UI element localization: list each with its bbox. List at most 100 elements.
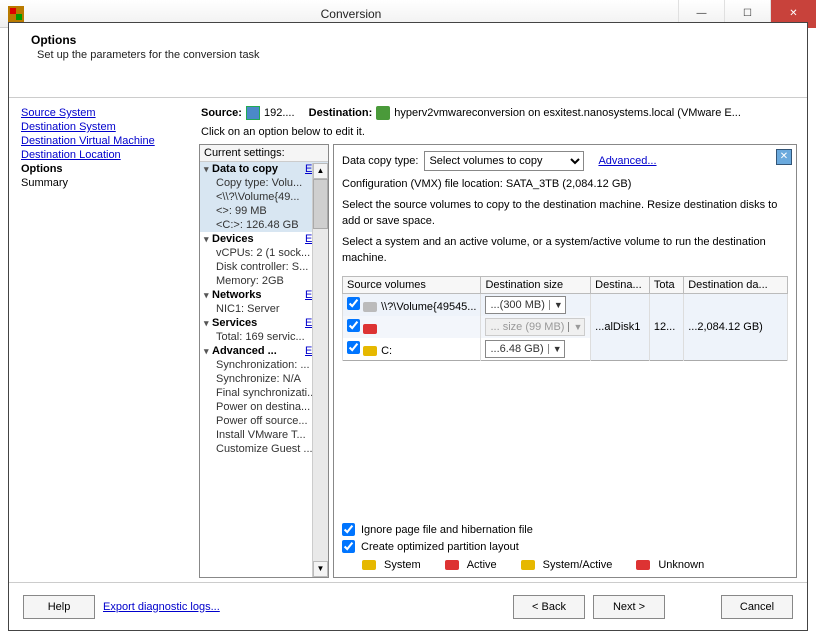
volume-legend: System Active System/Active Unknown <box>342 553 788 571</box>
wizard-nav: Source System Destination System Destinati… <box>9 98 195 582</box>
tree-item[interactable]: Disk controller: S... <box>200 260 328 274</box>
mid-split: Current settings: ▾Data to copyEditCopy … <box>199 144 797 578</box>
panel-close-icon[interactable]: ✕ <box>776 149 792 165</box>
nav-link[interactable]: Destination Location <box>21 149 121 161</box>
export-logs-link[interactable]: Export diagnostic logs... <box>103 601 220 613</box>
settings-tree-header: Current settings: <box>200 145 328 162</box>
nav-step-0: Source System <box>21 106 183 120</box>
tree-item[interactable]: vCPUs: 2 (1 sock... <box>200 246 328 260</box>
dest-size-dropdown[interactable]: ...(300 MB)▼ <box>485 296 565 314</box>
legend-swatch <box>521 560 535 570</box>
nav-step-4: Options <box>21 162 183 176</box>
nav-step-2: Destination Virtual Machine <box>21 134 183 148</box>
tree-item[interactable]: <C:>: 126.48 GB <box>200 218 328 232</box>
settings-tree-panel: Current settings: ▾Data to copyEditCopy … <box>199 144 329 578</box>
volumes-table: Source volumesDestination sizeDestina...… <box>342 276 788 361</box>
main: Source System Destination System Destinati… <box>9 97 807 582</box>
config-line: Configuration (VMX) file location: SATA_… <box>342 177 788 192</box>
wizard-body: Options Set up the parameters for the co… <box>8 22 808 631</box>
dest-size-dropdown: ... size (99 MB)▼ <box>485 318 585 336</box>
tree-group[interactable]: ▾Advanced ...Edit <box>200 344 328 358</box>
tree-scrollbar[interactable]: ▲ ▼ <box>312 163 328 577</box>
scroll-thumb[interactable] <box>313 179 328 229</box>
nav-step-5: Summary <box>21 176 183 190</box>
page-title: Options <box>31 33 785 47</box>
dest-size-dropdown[interactable]: ...6.48 GB)▼ <box>485 340 564 358</box>
footer: Help Export diagnostic logs... < Back Ne… <box>9 582 807 630</box>
dest-data-cell: ...2,084.12 GB) <box>684 293 788 360</box>
back-button[interactable]: < Back <box>513 595 585 619</box>
tree-item[interactable]: Final synchronizati... <box>200 386 328 400</box>
col-header[interactable]: Destina... <box>591 276 650 293</box>
legend-item: Active <box>445 559 497 571</box>
tree-group[interactable]: ▾DevicesEdit <box>200 232 328 246</box>
tree-item[interactable]: Memory: 2GB <box>200 274 328 288</box>
row-checkbox[interactable] <box>347 341 360 354</box>
tree-group[interactable]: ▾Data to copyEdit <box>200 162 328 176</box>
page-subtitle: Set up the parameters for the conversion… <box>37 49 785 61</box>
vm-icon <box>376 106 390 120</box>
tree-item[interactable]: NIC1: Server <box>200 302 328 316</box>
row-checkbox[interactable] <box>347 319 360 332</box>
optimized-layout-label: Create optimized partition layout <box>361 541 519 553</box>
nav-step-3: Destination Location <box>21 148 183 162</box>
ignore-pagefile-checkbox[interactable] <box>342 523 355 536</box>
drive-icon <box>363 324 377 334</box>
help-line-2: Select a system and an active volume, or… <box>342 235 788 266</box>
dest-disk-cell: ...alDisk1 <box>591 293 650 360</box>
monitor-icon <box>246 106 260 120</box>
col-header[interactable]: Destination size <box>481 276 591 293</box>
next-button[interactable]: Next > <box>593 595 665 619</box>
ignore-pagefile-label: Ignore page file and hibernation file <box>361 524 533 536</box>
table-row[interactable]: \\?\Volume{49545......(300 MB)▼...alDisk… <box>343 293 788 316</box>
dest-value: hyperv2vmwareconversion on esxitest.nano… <box>394 107 795 119</box>
tree-item[interactable]: Synchronize: N/A <box>200 372 328 386</box>
drive-icon <box>363 346 377 356</box>
tree-item[interactable]: <>: 99 MB <box>200 204 328 218</box>
optimized-layout-row: Create optimized partition layout <box>342 540 788 553</box>
tree-group[interactable]: ▾ServicesEdit <box>200 316 328 330</box>
copy-type-row: Data copy type: Select volumes to copy A… <box>342 151 788 171</box>
total-cell: 12... <box>649 293 683 360</box>
tree-item[interactable]: Copy type: Volu... <box>200 176 328 190</box>
help-line-1: Select the source volumes to copy to the… <box>342 198 788 229</box>
content: Source: 192.... Destination: hyperv2vmwa… <box>195 98 807 582</box>
legend-swatch <box>445 560 459 570</box>
help-button[interactable]: Help <box>23 595 95 619</box>
cancel-button[interactable]: Cancel <box>721 595 793 619</box>
optimized-layout-checkbox[interactable] <box>342 540 355 553</box>
copy-type-select[interactable]: Select volumes to copy <box>424 151 584 171</box>
ignore-pagefile-row: Ignore page file and hibernation file <box>342 523 788 536</box>
window-title: Conversion <box>24 7 678 21</box>
tree-item[interactable]: Total: 169 servic... <box>200 330 328 344</box>
row-checkbox[interactable] <box>347 297 360 310</box>
source-label: Source: <box>201 107 242 119</box>
legend-item: Unknown <box>636 559 704 571</box>
nav-step-1: Destination System <box>21 120 183 134</box>
col-header[interactable]: Source volumes <box>343 276 481 293</box>
col-header[interactable]: Destination da... <box>684 276 788 293</box>
advanced-link[interactable]: Advanced... <box>598 155 656 167</box>
settings-tree[interactable]: ▾Data to copyEditCopy type: Volu...<\\?\… <box>200 162 328 456</box>
scroll-down-button[interactable]: ▼ <box>313 561 328 577</box>
tree-item[interactable]: Install VMware T... <box>200 428 328 442</box>
tree-item[interactable]: Customize Guest ... <box>200 442 328 456</box>
scroll-up-button[interactable]: ▲ <box>313 163 328 179</box>
tree-group[interactable]: ▾NetworksEdit <box>200 288 328 302</box>
tree-item[interactable]: Power on destina... <box>200 400 328 414</box>
legend-item: System <box>362 559 421 571</box>
source-dest-line: Source: 192.... Destination: hyperv2vmwa… <box>199 102 797 126</box>
col-header[interactable]: Tota <box>649 276 683 293</box>
drive-icon <box>363 302 377 312</box>
tree-item[interactable]: Synchronization: ... <box>200 358 328 372</box>
copy-type-label: Data copy type: <box>342 155 418 167</box>
dest-label: Destination: <box>309 107 373 119</box>
nav-link[interactable]: Source System <box>21 107 96 119</box>
legend-swatch <box>636 560 650 570</box>
nav-link[interactable]: Destination Virtual Machine <box>21 135 155 147</box>
tree-item[interactable]: <\\?\Volume{49... <box>200 190 328 204</box>
tree-item[interactable]: Power off source... <box>200 414 328 428</box>
legend-item: System/Active <box>521 559 613 571</box>
header: Options Set up the parameters for the co… <box>9 23 807 93</box>
nav-link[interactable]: Destination System <box>21 121 116 133</box>
